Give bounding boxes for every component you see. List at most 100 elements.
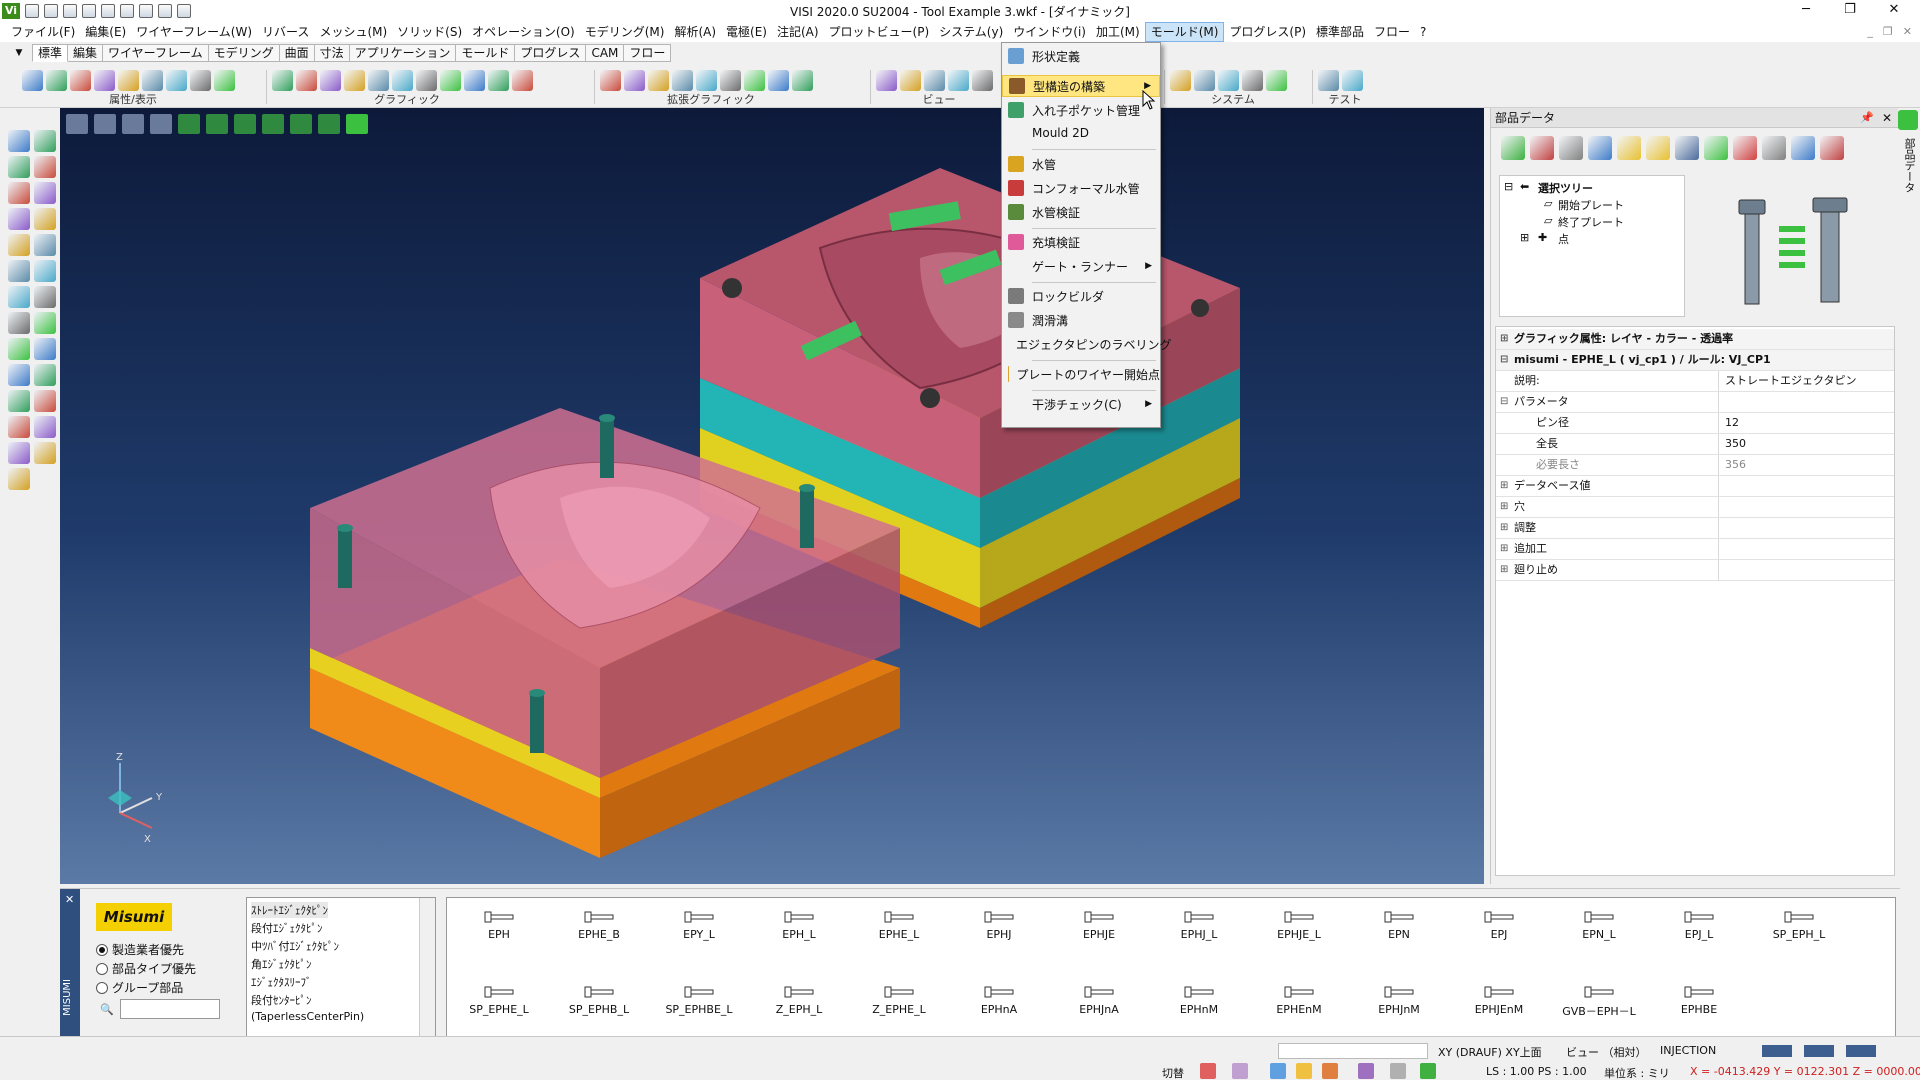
toolbar-tool-icon[interactable] — [624, 70, 645, 91]
part-thumbnail[interactable]: EPHJEnM — [1449, 977, 1549, 1037]
part-tool-icon[interactable] — [1588, 136, 1612, 160]
part-thumbnail[interactable]: SP_EPHE_L — [449, 977, 549, 1037]
tree-node-start-plate[interactable]: 開始プレート — [1558, 197, 1624, 213]
mold-menu-item-11[interactable]: エジェクタピンのラベリング — [1002, 333, 1172, 355]
tab-5[interactable]: 寸法 — [314, 44, 350, 62]
left-tool-icon[interactable] — [34, 286, 56, 308]
property-row[interactable]: ⊞ 調整 — [1496, 518, 1894, 539]
part-thumbnail[interactable]: EPN — [1349, 902, 1449, 962]
part-tool-icon[interactable] — [1501, 136, 1525, 160]
tree-collapse-icon[interactable]: ⊟ — [1504, 180, 1513, 193]
left-tool-icon[interactable] — [8, 468, 30, 490]
menu-item-13[interactable]: ウインドウ(i) — [1008, 22, 1091, 42]
left-tool-icon[interactable] — [34, 364, 56, 386]
toolbar-tool-icon[interactable] — [320, 70, 341, 91]
type-list-item[interactable]: ｽﾄﾚｰﾄｴｼﾞｪｸﾀﾋﾟﾝ — [251, 902, 328, 918]
part-thumbnail[interactable]: GVB－EPH－L — [1549, 977, 1649, 1037]
property-row[interactable]: ピン径 12 — [1496, 413, 1894, 434]
left-tool-icon[interactable] — [8, 312, 30, 334]
toolbar-tool-icon[interactable] — [696, 70, 717, 91]
print-preview-icon[interactable] — [120, 4, 134, 18]
toolbar-tool-icon[interactable] — [1218, 70, 1239, 91]
tab-4[interactable]: 曲面 — [279, 44, 315, 62]
menu-item-12[interactable]: システム(y) — [934, 22, 1008, 42]
mold-menu-item-0[interactable]: 形状定義 — [1002, 45, 1160, 67]
open-file-icon[interactable] — [44, 4, 58, 18]
pin-icon[interactable]: 📌 — [1860, 108, 1874, 128]
switch-status[interactable]: 切替 — [1162, 1065, 1184, 1080]
toolbar-tool-icon[interactable] — [118, 70, 139, 91]
property-value[interactable] — [1718, 560, 1894, 580]
save-icon[interactable] — [63, 4, 77, 18]
part-thumbnail[interactable]: EPJ — [1449, 902, 1549, 962]
expand-toggle-icon[interactable]: ⊞ — [1500, 518, 1510, 538]
part-thumbnail[interactable]: EPH — [449, 902, 549, 962]
mold-menu-item-8[interactable]: ゲート・ランナー ▶ — [1002, 255, 1160, 277]
toolbar-tool-icon[interactable] — [600, 70, 621, 91]
status-cube-icon[interactable] — [1358, 1063, 1374, 1079]
radio-dot[interactable] — [96, 962, 108, 975]
expand-toggle-icon[interactable]: ⊞ — [1500, 539, 1510, 559]
expand-toggle-icon[interactable]: ⊞ — [1500, 560, 1510, 580]
type-list-item[interactable]: 角ｴｼﾞｪｸﾀﾋﾟﾝ — [251, 956, 312, 972]
expand-toggle-icon[interactable]: ⊞ — [1500, 476, 1510, 496]
tree-expand-icon[interactable]: ⊞ — [1520, 231, 1529, 244]
toolbar-tool-icon[interactable] — [792, 70, 813, 91]
status-help-icon[interactable] — [1296, 1063, 1312, 1079]
tab-dropdown-icon[interactable]: ▼ — [12, 46, 26, 60]
print-icon[interactable] — [101, 4, 115, 18]
left-tool-icon[interactable] — [34, 312, 56, 334]
part-filter-radio[interactable]: 製造業者優先 — [96, 941, 184, 958]
part-thumbnail[interactable]: EPHJ_L — [1149, 902, 1249, 962]
tree-root[interactable]: 選択ツリー — [1538, 180, 1593, 196]
toolbar-tool-icon[interactable] — [440, 70, 461, 91]
tab-3[interactable]: モデリング — [208, 44, 280, 62]
redo-icon[interactable] — [158, 4, 172, 18]
selection-tree[interactable]: ⊟ ⬅ 選択ツリー ▱ 開始プレート ▱ 終了プレート ⊞ ✚ 点 — [1499, 175, 1685, 317]
undo-icon[interactable] — [139, 4, 153, 18]
tree-node-end-plate[interactable]: 終了プレート — [1558, 214, 1624, 230]
property-row[interactable]: ⊟ パラメータ — [1496, 392, 1894, 413]
property-value[interactable] — [1718, 539, 1894, 559]
search-input[interactable] — [119, 999, 220, 1019]
toolbar-tool-icon[interactable] — [744, 70, 765, 91]
property-row[interactable]: ⊞ 廻り止め — [1496, 560, 1894, 581]
type-list-item[interactable]: (TaperlessCenterPin) — [251, 1010, 364, 1023]
type-list-scrollbar[interactable] — [419, 898, 435, 1036]
menu-item-16[interactable]: プログレス(P) — [1224, 22, 1311, 42]
status-box-3[interactable] — [1846, 1045, 1876, 1057]
part-filter-radio[interactable]: 部品タイプ優先 — [96, 960, 196, 977]
part-thumbnail[interactable]: EPHE_L — [849, 902, 949, 962]
left-tool-icon[interactable] — [8, 338, 30, 360]
mold-menu-item-13[interactable]: 干渉チェック(C) ▶ — [1002, 393, 1160, 415]
left-tool-icon[interactable] — [8, 364, 30, 386]
tab-10[interactable]: フロー — [624, 44, 672, 62]
property-value[interactable] — [1718, 476, 1894, 496]
property-value[interactable]: 356 — [1718, 455, 1894, 475]
property-value[interactable] — [1718, 518, 1894, 538]
part-tool-icon[interactable] — [1820, 136, 1844, 160]
tab-7[interactable]: モールド — [456, 44, 516, 62]
toolbar-tool-icon[interactable] — [488, 70, 509, 91]
menu-item-19[interactable]: ? — [1415, 22, 1431, 42]
property-value[interactable]: 350 — [1718, 434, 1894, 454]
left-tool-icon[interactable] — [8, 156, 30, 178]
toolbar-tool-icon[interactable] — [1342, 70, 1363, 91]
type-list-item[interactable]: 中ﾂﾊﾞ付ｴｼﾞｪｸﾀﾋﾟﾝ — [251, 938, 339, 954]
panel-close-button[interactable]: ✕ — [1882, 108, 1892, 128]
mold-menu-item-5[interactable]: コンフォーマル水管 — [1002, 177, 1160, 199]
toolbar-tool-icon[interactable] — [1170, 70, 1191, 91]
toolbar-tool-icon[interactable] — [94, 70, 115, 91]
property-row[interactable]: ⊞ 追加工 — [1496, 539, 1894, 560]
left-tool-icon[interactable] — [34, 260, 56, 282]
status-refresh-icon[interactable] — [1420, 1063, 1436, 1079]
part-tool-icon[interactable] — [1704, 136, 1728, 160]
property-row[interactable]: ⊞ グラフィック属性: レイヤ - カラー - 透過率 — [1496, 329, 1894, 350]
status-box-1[interactable] — [1762, 1045, 1792, 1057]
save-as-icon[interactable] — [82, 4, 96, 18]
menu-item-10[interactable]: 注記(A) — [772, 22, 824, 42]
menu-item-8[interactable]: 解析(A) — [669, 22, 721, 42]
toolbar-tool-icon[interactable] — [900, 70, 921, 91]
misumi-close-icon[interactable]: ✕ — [65, 893, 74, 906]
left-tool-icon[interactable] — [34, 416, 56, 438]
